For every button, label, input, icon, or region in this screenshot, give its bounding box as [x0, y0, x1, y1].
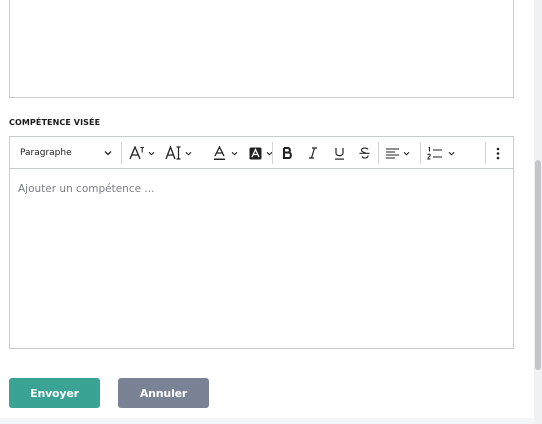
competence-editor: Paragraphe Ajouter un compétence ... — [9, 136, 514, 349]
chevron-down-icon — [104, 150, 112, 156]
toolbar-separator — [485, 142, 486, 164]
underline-icon — [334, 147, 345, 160]
competence-section-label: COMPÉTENCE VISÉE — [9, 118, 101, 127]
strikethrough-icon — [359, 147, 370, 159]
page-scrollbar[interactable] — [534, 0, 542, 424]
font-size-dropdown[interactable] — [127, 142, 157, 164]
background-color-icon — [249, 147, 262, 160]
chevron-down-icon — [185, 151, 192, 156]
more-options-button[interactable] — [491, 142, 505, 164]
underline-button[interactable] — [330, 142, 348, 164]
bold-icon — [282, 147, 293, 159]
page-bottom-strip — [0, 418, 534, 424]
alignment-dropdown[interactable] — [383, 142, 413, 164]
line-height-dropdown[interactable] — [162, 142, 194, 164]
heading-select[interactable]: Paragraphe — [16, 142, 116, 164]
editor-placeholder: Ajouter un compétence ... — [18, 183, 155, 195]
cancel-button[interactable]: Annuler — [118, 378, 209, 408]
scrollbar-thumb[interactable] — [535, 160, 541, 370]
toolbar-separator — [420, 142, 421, 164]
strikethrough-button[interactable] — [355, 142, 373, 164]
editor-toolbar: Paragraphe — [10, 137, 513, 169]
line-height-icon — [164, 146, 182, 160]
toolbar-separator — [378, 142, 379, 164]
numbered-list-dropdown[interactable] — [424, 142, 458, 164]
heading-select-label: Paragraphe — [20, 148, 72, 158]
previous-editor-content[interactable] — [9, 0, 514, 98]
align-left-icon — [386, 147, 399, 159]
more-vertical-icon — [496, 147, 500, 160]
editor-content-area[interactable]: Ajouter un compétence ... — [10, 169, 513, 347]
font-size-icon — [129, 146, 145, 160]
italic-button[interactable] — [304, 142, 322, 164]
chevron-down-icon — [148, 151, 155, 156]
toolbar-separator — [272, 142, 273, 164]
font-color-dropdown[interactable] — [210, 142, 240, 164]
chevron-down-icon — [403, 151, 410, 156]
toolbar-separator — [121, 142, 122, 164]
chevron-down-icon — [448, 151, 455, 156]
font-color-icon — [213, 145, 226, 161]
numbered-list-icon — [427, 146, 442, 160]
chevron-down-icon — [231, 151, 238, 156]
submit-button[interactable]: Envoyer — [9, 378, 100, 408]
italic-icon — [308, 147, 318, 159]
bold-button[interactable] — [278, 142, 296, 164]
